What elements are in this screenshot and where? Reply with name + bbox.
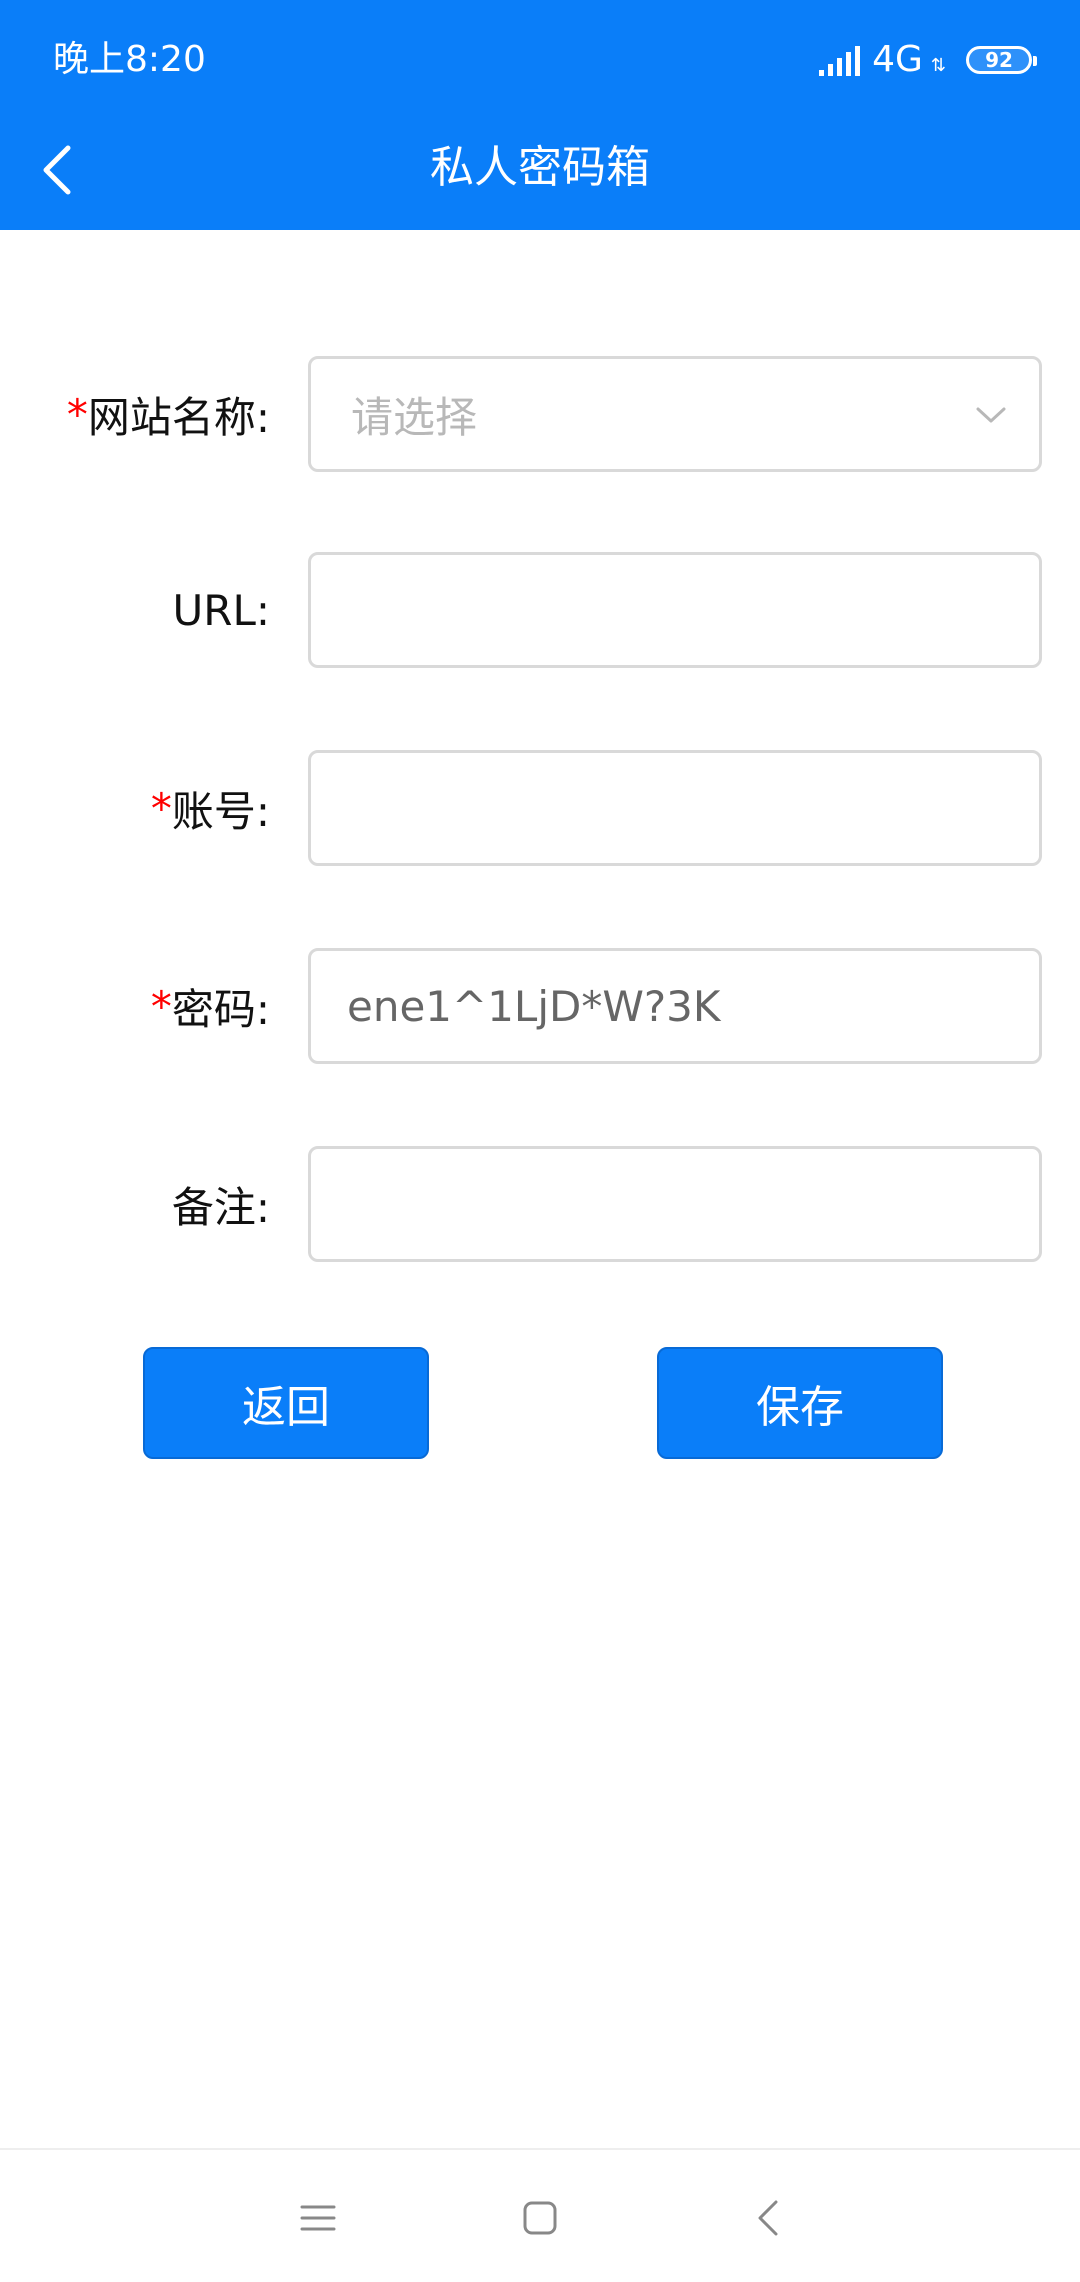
required-mark: * [150, 981, 172, 1031]
note-label: 备注: [172, 1146, 270, 1262]
account-input[interactable] [311, 753, 1039, 863]
required-mark: * [66, 389, 88, 439]
menu-icon[interactable] [288, 2188, 348, 2248]
note-input[interactable] [311, 1149, 1039, 1259]
system-nav-bar [0, 2148, 1080, 2282]
hamburger-icon [300, 2205, 336, 2231]
status-indicators: 4G ⇅ 92 [819, 36, 1037, 84]
url-input[interactable] [311, 555, 1039, 665]
site-name-select[interactable]: 请选择 [308, 356, 1042, 472]
note-field-box [308, 1146, 1042, 1262]
data-activity-icon: ⇅ [930, 55, 946, 76]
battery-icon: 92 [966, 46, 1037, 74]
account-label: * 账号: [151, 750, 270, 866]
required-mark: * [150, 783, 172, 833]
row-password: * 密码: [0, 948, 1080, 1064]
account-label-text: 账号: [171, 786, 270, 836]
site-name-placeholder: 请选择 [351, 392, 478, 442]
password-label-text: 密码: [171, 984, 270, 1034]
note-label-text: 备注: [171, 1182, 270, 1232]
battery-level: 92 [985, 48, 1013, 72]
nav-back-icon[interactable] [738, 2188, 798, 2248]
chevron-left-icon [758, 2200, 778, 2236]
row-site-name: * 网站名称: 请选择 [0, 356, 1080, 472]
url-label: URL: [173, 552, 270, 668]
password-input[interactable] [311, 951, 1039, 1061]
url-label-text: URL: [172, 585, 270, 635]
account-field-box [308, 750, 1042, 866]
home-icon[interactable] [510, 2188, 570, 2248]
save-button[interactable]: 保存 [657, 1347, 943, 1459]
back-button[interactable]: 返回 [143, 1347, 429, 1459]
chevron-down-icon [976, 407, 1006, 423]
page-title: 私人密码箱 [430, 142, 650, 193]
site-name-label: * 网站名称: [67, 356, 270, 472]
row-note: 备注: [0, 1146, 1080, 1262]
square-icon [523, 2201, 557, 2235]
row-url: URL: [0, 552, 1080, 668]
password-field-box [308, 948, 1042, 1064]
site-name-label-text: 网站名称: [87, 392, 270, 442]
network-type: 4G [872, 39, 923, 80]
url-field-box [308, 552, 1042, 668]
password-label: * 密码: [151, 948, 270, 1064]
row-account: * 账号: [0, 750, 1080, 866]
top-bar: 晚上8:20 4G ⇅ 92 私人密码箱 [0, 0, 1080, 230]
battery-tip [1033, 56, 1037, 66]
status-time: 晚上8:20 [53, 39, 206, 80]
signal-icon [819, 44, 861, 76]
